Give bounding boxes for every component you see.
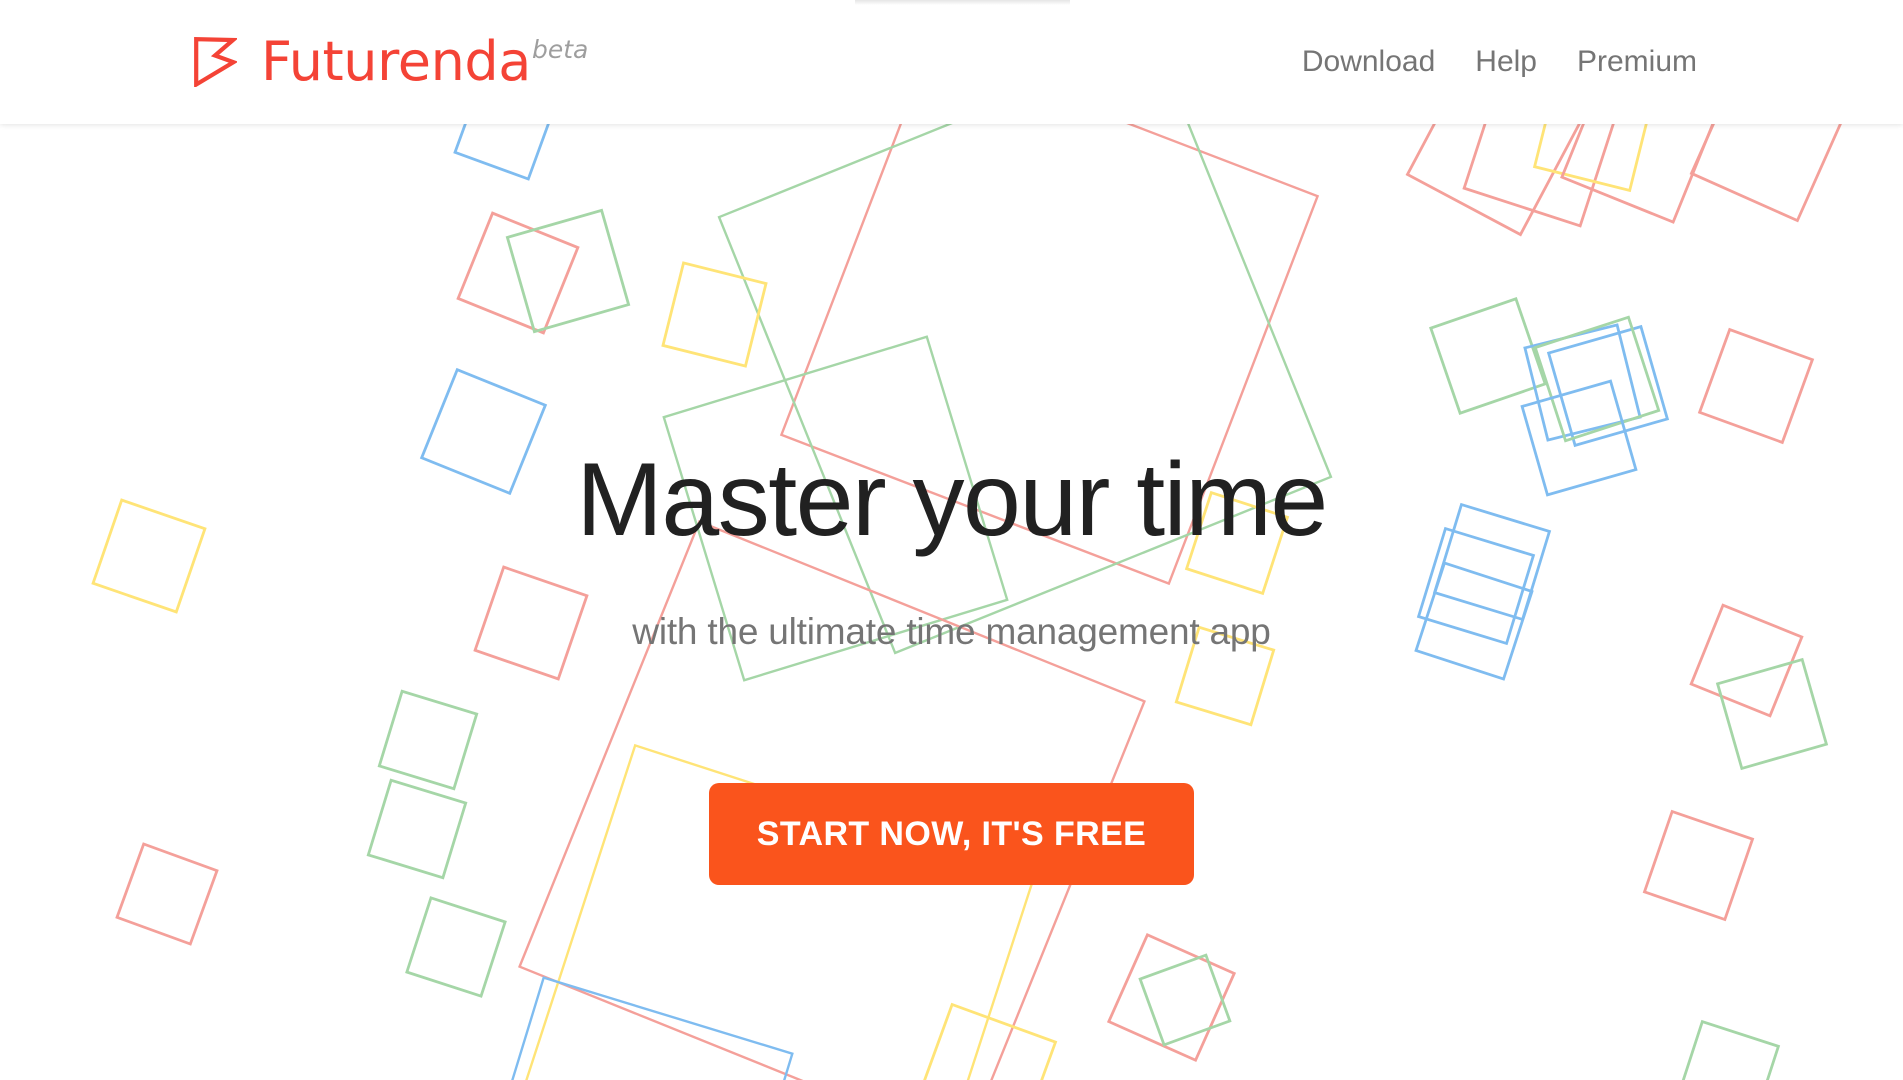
browser-chrome-edge — [855, 0, 1070, 5]
page-title: Master your time — [576, 442, 1328, 558]
nav-link-help[interactable]: Help — [1455, 37, 1557, 87]
main-navigation: Download Help Premium — [1282, 0, 1717, 124]
futurenda-flag-logo-icon — [194, 37, 237, 87]
page-subtitle: with the ultimate time management app — [632, 611, 1271, 652]
beta-badge: beta — [531, 35, 589, 64]
site-header: Futurenda beta Download Help Premium — [0, 0, 1903, 124]
brand-logo-link[interactable]: Futurenda beta — [193, 24, 588, 100]
hero-section: Master your time with the ultimate time … — [0, 124, 1903, 1080]
landing-page: Futurenda beta Download Help Premium Mas… — [0, 0, 1903, 1080]
nav-link-premium[interactable]: Premium — [1557, 37, 1717, 87]
cta-container: START NOW, IT'S FREE — [0, 783, 1903, 885]
nav-link-download[interactable]: Download — [1282, 37, 1455, 87]
start-now-button[interactable]: START NOW, IT'S FREE — [708, 783, 1195, 885]
brand-name: Futurenda — [261, 30, 531, 93]
